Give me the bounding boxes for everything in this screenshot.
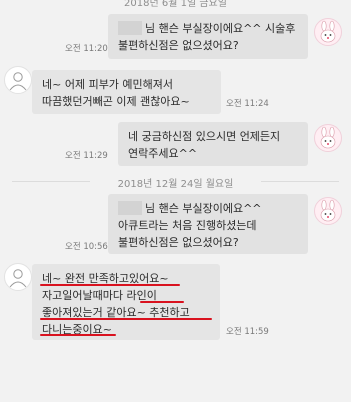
emphasis-underline	[40, 334, 116, 336]
message-bubble[interactable]: 님 핸슨 부실장이에요^^ 시술후 불편하신점은 없으셨어요?	[108, 14, 308, 59]
message-bubble[interactable]: 네 궁금하신점 있으시면 언제든지 연락주세요^^	[118, 122, 308, 166]
date-separator: 2018년 12월 24일 월요일	[0, 175, 351, 190]
message-time: 오전 11:29	[65, 151, 108, 161]
message-line: 연락주세요^^	[128, 147, 198, 160]
redacted-name	[118, 201, 142, 215]
message-time: 오전 11:59	[226, 327, 269, 337]
bunny-avatar-icon	[320, 126, 336, 149]
agent-avatar[interactable]	[314, 197, 342, 225]
message-time: 오전 11:20	[65, 44, 108, 54]
person-avatar-icon	[9, 72, 27, 91]
message-line: 따끔했던거빼곤 이제 괜찮아요~	[42, 95, 190, 108]
message-time: 오전 11:24	[226, 99, 269, 109]
bunny-avatar-icon	[320, 20, 336, 43]
message-line: 님 핸슨 부실장이에요^^ 시술후	[145, 22, 296, 35]
message-line: 불편하신점은 없으셨어요?	[118, 39, 239, 52]
message-bubble[interactable]: 네~ 완전 만족하고있어요~ 자고일어날때마다 라인이 좋아져있는거 같아요~ …	[32, 264, 220, 340]
message-line: 님 핸슨 부실장이에요^^	[145, 202, 262, 215]
message-line: 자고일어날때마다 라인이	[42, 289, 157, 302]
message-time: 오전 10:56	[65, 242, 108, 252]
message-line: 네 궁금하신점 있으시면 언제든지	[128, 130, 281, 143]
message-line: 네~ 어제 피부가 예민해져서	[42, 78, 174, 91]
emphasis-underline	[40, 284, 180, 286]
customer-avatar[interactable]	[4, 66, 32, 94]
agent-avatar[interactable]	[314, 124, 342, 152]
message-line: 불편하신점은 없으셨어요?	[118, 236, 239, 249]
redacted-name	[118, 21, 142, 35]
emphasis-underline	[40, 318, 212, 320]
top-date-label: 2018년 6월 1일 금요일	[124, 0, 227, 9]
person-avatar-icon	[9, 269, 27, 288]
message-bubble[interactable]: 네~ 어제 피부가 예민해져서 따끔했던거빼곤 이제 괜찮아요~	[32, 70, 221, 114]
agent-avatar[interactable]	[314, 18, 342, 46]
bunny-avatar-icon	[320, 199, 336, 222]
message-bubble[interactable]: 님 핸슨 부실장이에요^^ 아큐트라는 처음 진행하셨는데 불편하신점은 없으셨…	[108, 194, 308, 254]
customer-avatar[interactable]	[4, 263, 32, 291]
message-line: 아큐트라는 처음 진행하셨는데	[118, 219, 257, 232]
emphasis-underline	[140, 301, 184, 303]
